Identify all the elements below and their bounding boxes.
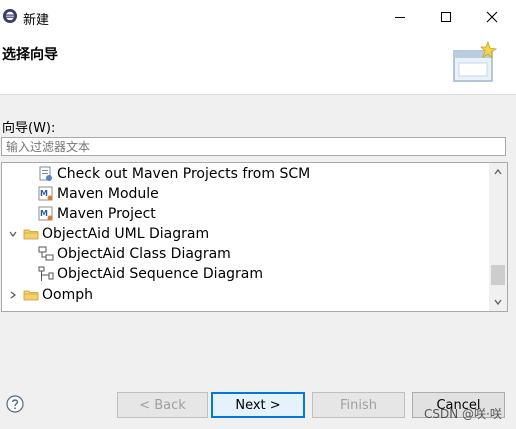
scroll-up-button[interactable] [489,163,507,181]
filter-input[interactable] [1,137,506,156]
svg-text:M: M [40,189,48,198]
tree-item-maven-project[interactable]: M Maven Project [38,204,156,224]
chevron-down-icon [494,299,502,306]
folder-icon [23,226,39,242]
close-button[interactable] [469,3,515,31]
tree-scrollbar[interactable] [489,163,507,311]
wizard-header: 选择向导 [0,34,516,95]
wizard-list-label: 向导(W): [2,121,56,136]
maximize-button[interactable] [423,3,469,31]
watermark-text: CSDN @咲·咲 [424,407,502,421]
folder-icon [23,287,39,303]
tree-item-objectaid-uml[interactable]: ObjectAid UML Diagram [7,224,209,244]
new-wizard-banner-icon [453,40,498,82]
close-icon [486,11,498,23]
wizard-tree[interactable]: Check out Maven Projects from SCM M Mave… [1,162,508,312]
tree-item-objectaid-sequence[interactable]: ObjectAid Sequence Diagram [38,264,263,284]
tree-item-label: Maven Module [57,186,159,202]
scroll-thumb[interactable] [491,265,505,285]
sequence-diagram-icon [38,266,54,282]
chevron-down-icon[interactable] [7,228,19,240]
maven-checkout-icon [38,166,54,182]
maven-icon: M [38,186,54,202]
tree-item-maven-checkout[interactable]: Check out Maven Projects from SCM [38,164,310,184]
window-title: 新建 [23,13,50,28]
tree-item-label: Check out Maven Projects from SCM [57,166,311,182]
tree-item-label: ObjectAid Sequence Diagram [57,266,264,282]
tree-item-objectaid-class[interactable]: ObjectAid Class Diagram [38,244,231,264]
next-button[interactable]: Next > [211,392,305,418]
chevron-right-icon[interactable] [7,289,19,301]
tree-item-oomph[interactable]: Oomph [7,285,93,305]
maven-icon: M [38,206,54,222]
eclipse-icon [3,9,17,23]
tree-item-label: ObjectAid UML Diagram [42,226,210,242]
tree-item-maven-module[interactable]: M Maven Module [38,184,159,204]
help-icon[interactable] [6,395,24,413]
tree-item-label: Oomph [42,287,93,303]
page-title: 选择向导 [2,47,58,63]
maximize-icon [441,12,451,22]
minimize-button[interactable] [377,3,423,31]
back-button[interactable]: < Back [117,392,208,418]
chevron-up-icon [494,168,502,175]
tree-item-label: Maven Project [57,206,156,222]
scroll-down-button[interactable] [489,293,507,311]
title-bar: 新建 [0,0,516,34]
svg-text:M: M [40,209,48,218]
minimize-icon [395,17,405,18]
finish-button[interactable]: Finish [312,392,405,418]
tree-item-label: ObjectAid Class Diagram [57,246,231,262]
class-diagram-icon [38,246,54,262]
